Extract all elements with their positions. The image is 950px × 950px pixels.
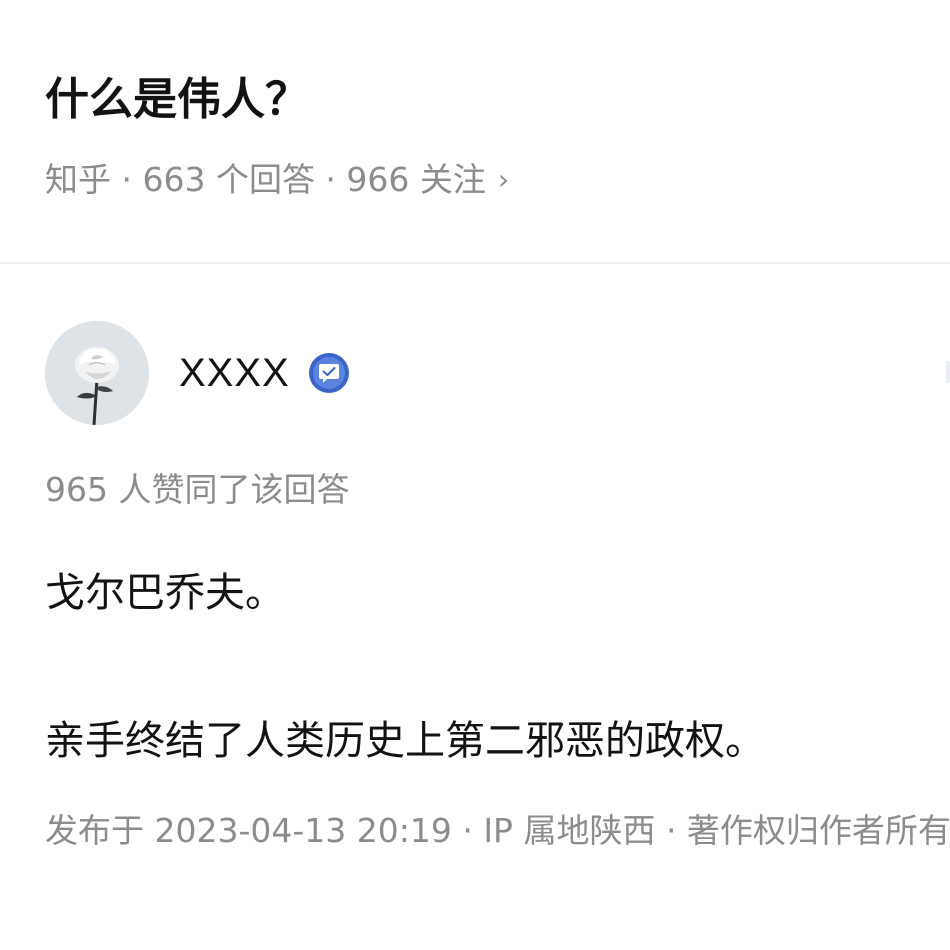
author-name[interactable]: XXXX [179,348,290,398]
publish-info: 发布于 2023-04-13 20:19 · IP 属地陕西 · 著作权归作者所… [45,811,950,850]
upvote-count: 965 人赞同了该回答 [45,470,350,509]
answer-paragraph-2: 亲手终结了人类历史上第二邪恶的政权。 [45,718,765,764]
question-meta-link[interactable]: 知乎 · 663 个回答 · 966 关注 › [45,158,509,202]
question-title[interactable]: 什么是伟人？ [45,70,309,130]
follow-button-edge[interactable] [946,361,950,383]
question-header: 什么是伟人？ 知乎 · 663 个回答 · 966 关注 › [0,0,950,262]
answer-card: XXXX 965 人赞同了该回答 戈尔巴乔夫。 亲手终结了人类历史上第二邪恶的政… [0,264,950,950]
avatar[interactable] [45,321,149,425]
author-row[interactable]: XXXX [45,320,350,426]
chevron-right-icon: › [497,163,510,196]
question-meta-text: 知乎 · 663 个回答 · 966 关注 [45,160,486,199]
verified-badge-icon[interactable] [308,352,350,394]
answer-paragraph-1: 戈尔巴乔夫。 [45,570,285,616]
white-rose-icon [45,321,149,425]
